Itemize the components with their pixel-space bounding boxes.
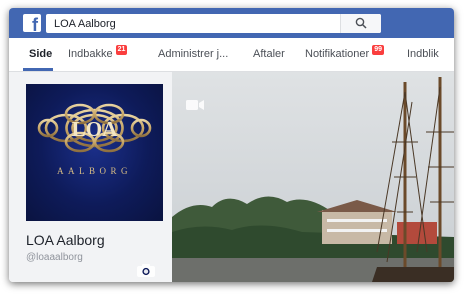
cover-scene: [172, 72, 454, 282]
tab-notifikationer[interactable]: Notifikationer 99: [305, 38, 384, 71]
page-name[interactable]: LOA Aalborg: [26, 232, 105, 248]
loa-logo: LOA AALBORG: [37, 103, 152, 176]
logo-text: LOA: [72, 117, 118, 141]
tab-label: Side: [29, 48, 53, 60]
cover-video[interactable]: [172, 72, 454, 282]
search-input[interactable]: [54, 16, 344, 31]
search-button[interactable]: [340, 14, 381, 33]
page-tabs: Side Indbakke 21 Administrer j... Aftaler…: [9, 38, 454, 72]
search-icon: [355, 17, 367, 29]
tab-administrer[interactable]: Administrer j...: [158, 38, 228, 71]
unread-badge: 21: [115, 45, 128, 55]
logo-subtext: AALBORG: [57, 166, 132, 176]
tab-indblik[interactable]: Indblik: [407, 38, 439, 71]
page-sidebar: LOA AALBORG LOA Aalborg @loaaalborg: [9, 72, 172, 282]
tab-indbakke[interactable]: Indbakke 21: [68, 38, 128, 71]
tab-label: Administrer j...: [158, 48, 229, 60]
profile-picture[interactable]: LOA AALBORG: [26, 84, 163, 221]
tab-aftaler[interactable]: Aftaler: [253, 38, 285, 71]
camera-icon[interactable]: [136, 263, 156, 278]
tab-side[interactable]: Side: [23, 38, 53, 71]
tab-label: Indblik: [407, 48, 439, 60]
top-bar: f: [9, 8, 454, 38]
tab-label: Aftaler: [253, 48, 285, 60]
tab-label: Notifikationer: [305, 48, 370, 60]
tab-label: Indbakke: [68, 48, 113, 60]
search-box: [46, 14, 381, 33]
facebook-page-window: f Side Indbakke21 Administrer j... Aftal…: [9, 8, 454, 282]
facebook-logo-icon[interactable]: f: [23, 14, 41, 32]
page-handle[interactable]: @loaaalborg: [26, 252, 83, 263]
notification-badge: 99: [372, 45, 384, 55]
